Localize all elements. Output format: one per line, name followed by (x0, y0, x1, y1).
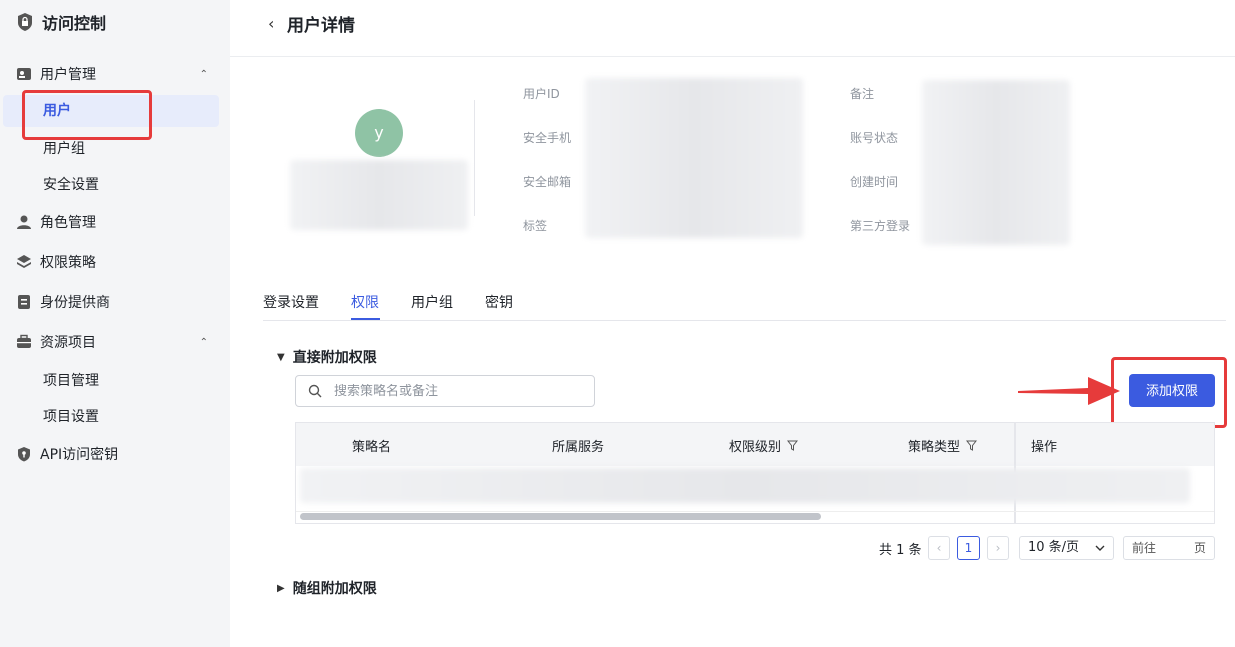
col-service: 所属服务 (552, 436, 604, 455)
tab-login-settings[interactable]: 登录设置 (263, 292, 319, 312)
section-group-permissions[interactable]: ▶ 随组附加权限 (277, 578, 377, 598)
label-remark: 备注 (850, 87, 875, 101)
label-email: 安全邮箱 (523, 175, 572, 189)
policy-search[interactable] (295, 375, 595, 407)
tab-permissions[interactable]: 权限 (351, 292, 379, 312)
col-policy-type-label: 策略类型 (908, 440, 961, 455)
page-jump-prefix: 前往 (1132, 541, 1157, 555)
detail-tabs: 登录设置 权限 用户组 密钥 (263, 290, 1226, 321)
pagination-total: 共 1 条 (879, 543, 922, 558)
nav-api-keys[interactable]: API访问密钥 (16, 444, 214, 464)
person-icon (17, 215, 31, 229)
active-tab-indicator (351, 318, 380, 320)
nav-identity-provider[interactable]: 身份提供商 (16, 292, 214, 312)
label-phone: 安全手机 (523, 131, 572, 145)
caret-right-icon: ▶ (277, 582, 285, 594)
nav-user-management[interactable]: 用户管理 ⌃ (16, 64, 214, 84)
nav-security-settings[interactable]: 安全设置 (43, 174, 99, 194)
back-icon[interactable]: ‹ (268, 14, 274, 33)
highlight-box-users (22, 90, 152, 140)
tab-secret-keys[interactable]: 密钥 (485, 292, 513, 312)
nav-user-management-label: 用户管理 (40, 67, 96, 83)
chevron-up-icon: ⌃ (199, 68, 208, 80)
col-actions: 操作 (1031, 436, 1057, 455)
user-card-icon (17, 68, 31, 80)
app-title: 访问控制 (16, 10, 106, 34)
id-card-icon (18, 295, 30, 309)
page-1-button[interactable]: 1 (957, 536, 980, 560)
col-policy-type: 策略类型 (908, 436, 978, 455)
caret-down-icon: ▼ (277, 351, 285, 363)
filter-icon[interactable] (787, 440, 799, 451)
nav-project-management[interactable]: 项目管理 (43, 370, 99, 390)
nav-role-management-label: 角色管理 (40, 215, 96, 231)
page-size-value: 10 条/页 (1028, 540, 1080, 555)
tab-user-groups[interactable]: 用户组 (411, 292, 453, 312)
redacted-user-info (585, 78, 803, 238)
filter-icon[interactable] (966, 440, 978, 451)
label-tags: 标签 (523, 219, 548, 233)
col-permission-level-label: 权限级别 (729, 440, 782, 455)
chevron-up-icon: ⌃ (199, 336, 208, 348)
red-arrow-annotation (1018, 377, 1120, 405)
avatar: y (355, 109, 403, 157)
table-row (300, 468, 1190, 503)
page-size-select[interactable]: 10 条/页 (1019, 536, 1114, 560)
profile-divider (474, 100, 475, 216)
label-account-status: 账号状态 (850, 131, 899, 145)
nav-resource-projects[interactable]: 资源项目 ⌃ (16, 332, 214, 352)
section-direct-permissions[interactable]: ▼ 直接附加权限 (277, 347, 377, 367)
layers-icon (17, 255, 31, 268)
label-user-id: 用户ID (523, 87, 560, 101)
nav-policies[interactable]: 权限策略 (16, 252, 214, 272)
col-policy-name: 策略名 (352, 436, 391, 455)
page-jump-suffix: 页 (1193, 541, 1206, 555)
nav-resource-projects-label: 资源项目 (40, 335, 96, 351)
next-page-button[interactable]: › (987, 536, 1009, 560)
nav-api-keys-label: API访问密钥 (40, 447, 119, 463)
section-direct-permissions-title: 直接附加权限 (292, 350, 377, 366)
col-policy-name-label: 策略名 (352, 440, 392, 455)
nav-identity-provider-label: 身份提供商 (40, 295, 110, 311)
table-header: 策略名 所属服务 权限级别 策略类型 操作 (296, 423, 1214, 466)
label-third-party-login: 第三方登录 (850, 219, 911, 233)
policy-table: 策略名 所属服务 权限级别 策略类型 操作 (295, 422, 1215, 524)
shield-lock-icon (18, 13, 32, 31)
nav-policies-label: 权限策略 (40, 255, 96, 271)
search-icon (308, 384, 322, 398)
briefcase-icon (17, 334, 31, 348)
page-jump-input[interactable]: 前往 页 (1123, 536, 1215, 560)
shield-key-icon (18, 447, 30, 462)
nav-user-groups[interactable]: 用户组 (43, 138, 85, 158)
nav-role-management[interactable]: 角色管理 (16, 212, 214, 232)
col-service-label: 所属服务 (552, 440, 605, 455)
app-title-text: 访问控制 (42, 14, 107, 33)
col-permission-level: 权限级别 (729, 436, 799, 455)
redacted-username (290, 160, 468, 230)
label-created-time: 创建时间 (850, 175, 899, 189)
col-actions-label: 操作 (1031, 440, 1058, 455)
scrollbar-thumb[interactable] (300, 513, 821, 520)
nav-project-settings[interactable]: 项目设置 (43, 406, 99, 426)
policy-search-input[interactable] (334, 383, 574, 399)
redacted-account-info (922, 80, 1070, 245)
chevron-down-icon (1095, 545, 1105, 551)
prev-page-button[interactable]: ‹ (928, 536, 950, 560)
section-group-permissions-title: 随组附加权限 (292, 581, 377, 597)
page-header: ‹ 用户详情 (230, 0, 1235, 57)
highlight-box-add-permission (1111, 357, 1227, 428)
page-title: 用户详情 (287, 16, 355, 36)
